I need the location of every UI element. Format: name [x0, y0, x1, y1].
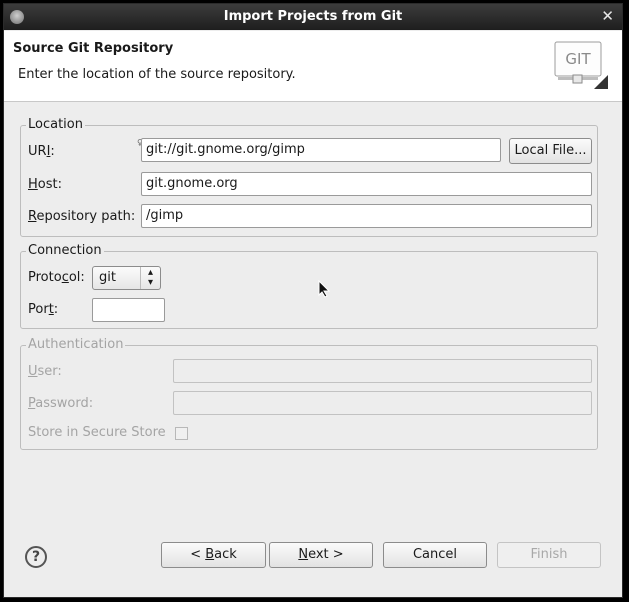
git-logo-text: GIT	[565, 50, 591, 68]
repository-path-label: Repository path:	[28, 209, 136, 224]
uri-input[interactable]: git://git.gnome.org/gimp	[141, 138, 501, 162]
cancel-button[interactable]: Cancel	[383, 542, 487, 568]
page-title: Source Git Repository	[13, 41, 174, 56]
finish-button[interactable]: Finish	[497, 542, 601, 568]
connection-group-label: Connection	[26, 243, 104, 258]
protocol-label: Protocol:	[28, 270, 85, 285]
store-secure-label: Store in Secure Store	[28, 425, 166, 440]
help-icon[interactable]: ?	[25, 546, 47, 568]
close-icon[interactable]: ✕	[601, 7, 614, 25]
host-input[interactable]: git.gnome.org	[141, 172, 592, 196]
wizard-header: Source Git Repository Enter the location…	[4, 31, 622, 102]
repository-path-input[interactable]: /gimp	[141, 204, 592, 228]
port-label: Port:	[28, 302, 59, 317]
user-label: User:	[28, 364, 62, 379]
authentication-group-label: Authentication	[26, 337, 126, 352]
title-bar: Import Projects from Git ✕	[4, 4, 622, 30]
password-label: Password:	[28, 396, 94, 411]
next-button[interactable]: Next >	[269, 542, 373, 568]
host-label: Host:	[28, 177, 62, 192]
window-title: Import Projects from Git	[223, 9, 403, 24]
user-input[interactable]	[173, 359, 592, 383]
page-description: Enter the location of the source reposit…	[18, 67, 296, 82]
spinner-arrows-icon: ▴ ▾	[140, 267, 160, 289]
password-input[interactable]	[173, 391, 592, 415]
git-logo-icon: GIT	[554, 41, 608, 89]
local-file-button[interactable]: Local File...	[509, 138, 592, 164]
back-button[interactable]: < Back	[161, 542, 266, 568]
mouse-pointer-icon	[318, 280, 330, 298]
port-input[interactable]	[92, 298, 165, 322]
dialog-window: Import Projects from Git ✕ Source Git Re…	[3, 3, 623, 598]
location-group-label: Location	[26, 117, 85, 132]
protocol-value: git	[99, 270, 116, 285]
uri-label: URI:	[28, 144, 55, 159]
store-secure-checkbox[interactable]	[175, 427, 188, 440]
protocol-select[interactable]: git ▴ ▾	[92, 266, 161, 290]
